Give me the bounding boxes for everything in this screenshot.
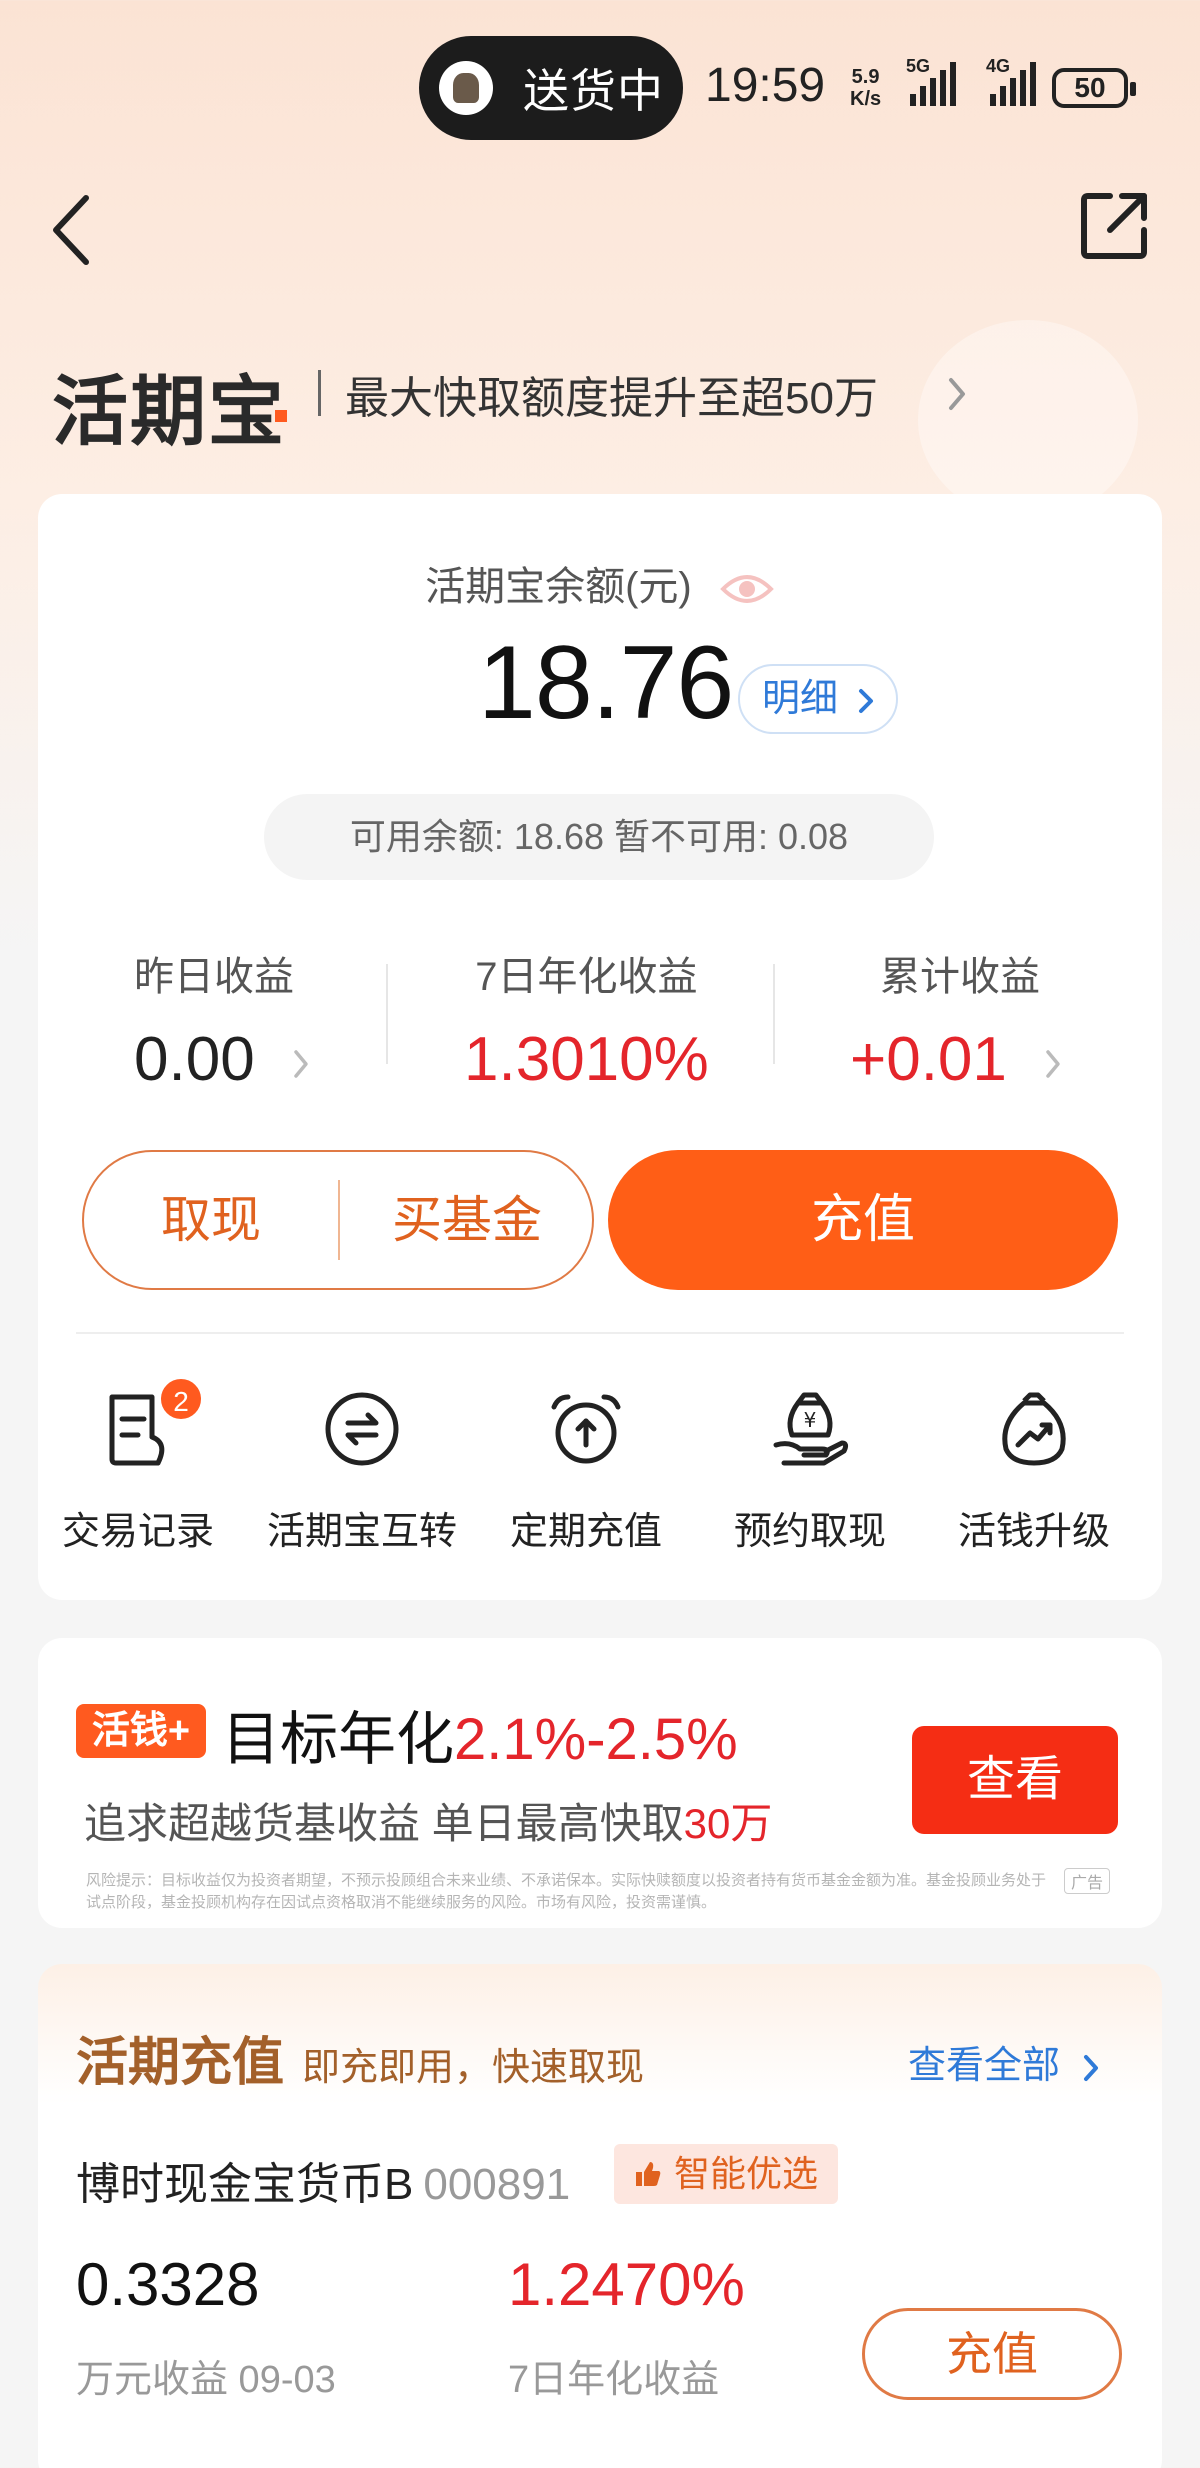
recharge-button[interactable]: 充值 [608, 1150, 1118, 1290]
fund-name-text: 博时现金宝货币B [76, 2160, 414, 2209]
stat-divider [773, 964, 775, 1064]
delivery-status-pill[interactable]: 送货中 [419, 36, 683, 140]
per-10k-earnings-value: 0.3328 [76, 2251, 260, 2318]
chevron-right-icon [1046, 1050, 1060, 1078]
balance-card: 活期宝余额(元) 18.76 明细 可用余额: 18.68 暂不可用: 0.08… [38, 494, 1162, 1600]
quick-entry-scheduled-recharge[interactable]: 定期充值 [486, 1384, 686, 1555]
section-title: 活期充值 [76, 2034, 285, 2092]
header-divider [318, 370, 321, 416]
detail-button[interactable]: 明细 [738, 664, 898, 734]
promo-card[interactable]: 活钱+ 目标年化2.1%-2.5% 追求超越货基收益 单日最高快取30万 查看 … [38, 1638, 1162, 1928]
stat-seven-day: 7日年化收益 1.3010% [464, 944, 709, 1094]
brand-title: 活期宝 [52, 370, 286, 455]
quick-entry-label: 定期充值 [509, 1511, 662, 1553]
balance-label-row: 活期宝余额(元) [38, 554, 1162, 612]
per-10k-earnings-label: 万元收益 09-03 [76, 2359, 336, 2401]
alarm-clock-icon [551, 1394, 621, 1464]
card-divider [76, 1332, 1124, 1334]
network-speed-unit: K/s [850, 88, 882, 110]
chevron-right-icon [859, 689, 873, 713]
growth-bag-icon [1002, 1392, 1066, 1466]
back-button[interactable] [48, 190, 98, 270]
signal-4g-label: 4G [986, 56, 1011, 76]
available-balance-pill: 可用余额: 18.68 暂不可用: 0.08 [264, 794, 934, 880]
quick-entry-scheduled-withdraw[interactable]: ¥ 预约取现 [710, 1384, 910, 1555]
section-subtitle: 即充即用，快速取现 [302, 2047, 645, 2089]
stat-label: 昨日收益 [134, 955, 294, 999]
eye-icon[interactable] [719, 569, 775, 609]
view-button[interactable]: 查看 [912, 1726, 1118, 1834]
share-button[interactable] [1080, 190, 1150, 260]
stat-label: 累计收益 [880, 955, 1040, 999]
network-speed-value: 5.9 [851, 66, 880, 88]
fund-name[interactable]: 博时现金宝货币B 000891 [76, 2148, 570, 2212]
chevron-right-icon [294, 1050, 308, 1078]
svg-text:¥: ¥ [804, 1408, 817, 1432]
stat-label: 7日年化收益 [475, 955, 698, 999]
balance-label: 活期宝余额(元) [425, 565, 692, 609]
chevron-right-icon[interactable] [945, 374, 969, 414]
share-icon [1081, 193, 1147, 259]
promo-title: 目标年化2.1%-2.5% [222, 1692, 738, 1776]
stat-value: 0.00 [134, 1024, 310, 1095]
signal-5g-label: 5G [906, 56, 931, 76]
signal-4g-icon: 4G [986, 56, 1036, 106]
withdraw-button[interactable]: 取现 [84, 1152, 338, 1288]
brand-accent-dot [275, 410, 287, 422]
promo-tag: 活钱+ [76, 1704, 206, 1758]
fund-recharge-button[interactable]: 充值 [862, 2308, 1122, 2400]
smart-pick-tag: 智能优选 [614, 2144, 839, 2204]
quick-entry-transaction-record[interactable]: 2 交易记录 [38, 1376, 238, 1555]
balance-value: 18.76 [478, 625, 734, 741]
battery-icon: 50 [1052, 68, 1136, 108]
view-all-link[interactable]: 查看全部 [908, 2034, 1099, 2089]
status-bar: 送货中 19:59 5.9 K/s 5G 4G 50 [0, 36, 1200, 140]
risk-disclaimer: 风险提示：目标收益仅为投资者期望，不预示投顾组合未来业绩、不承诺保本。实际快赎额… [86, 1872, 1047, 1911]
stat-cumulative[interactable]: 累计收益 +0.01 [850, 944, 1062, 1094]
fund-seven-day-yield-label: 7日年化收益 [508, 2359, 720, 2401]
quick-entry-transfer[interactable]: 活期宝互转 [262, 1384, 462, 1555]
transfer-icon [325, 1392, 399, 1466]
seven-day-yield-value: 1.3010% [464, 1025, 709, 1094]
promo-title-prefix: 目标年化 [222, 1707, 455, 1772]
money-bag-hand-icon: ¥ [773, 1392, 849, 1466]
stat-yesterday[interactable]: 昨日收益 0.00 [134, 944, 310, 1094]
fund-code: 000891 [423, 2160, 571, 2209]
notification-badge: 2 [158, 1376, 204, 1422]
promo-subtitle-text: 追求超越货基收益 单日最高快取 [84, 1800, 684, 1847]
withdraw-buy-group: 取现 买基金 [82, 1150, 594, 1290]
quick-entry-label: 预约取现 [733, 1511, 886, 1553]
cumulative-earnings-value: +0.01 [850, 1025, 1007, 1094]
courier-avatar-icon [439, 61, 493, 115]
demand-recharge-section: 活期充值 即充即用，快速取现 查看全部 博时现金宝货币B 000891 智能优选 … [38, 1964, 1162, 2468]
detail-label: 明细 [762, 678, 839, 720]
promo-subtitle-amount: 30万 [683, 1800, 773, 1847]
quick-entry-label: 活钱升级 [957, 1511, 1110, 1553]
earnings-stats: 昨日收益 0.00 7日年化收益 1.3010% 累计收益 +0.01 [38, 944, 1162, 1094]
stat-divider [386, 964, 388, 1064]
stat-value: +0.01 [850, 1024, 1062, 1095]
chevron-left-icon [53, 195, 89, 265]
ad-label: 广告 [1064, 1868, 1111, 1894]
thumbs-up-icon [636, 2162, 661, 2186]
yesterday-earnings-value: 0.00 [134, 1025, 255, 1094]
fund-seven-day-yield-value: 1.2470% [508, 2251, 745, 2318]
buy-fund-button[interactable]: 买基金 [340, 1152, 594, 1288]
clock: 19:59 [705, 59, 826, 112]
money-bag-decoration [918, 320, 1138, 520]
quick-entry-label: 活期宝互转 [266, 1511, 457, 1553]
quick-entry-label: 交易记录 [61, 1511, 214, 1553]
chevron-right-icon [1083, 2054, 1098, 2081]
delivery-status-text: 送货中 [523, 65, 664, 117]
action-buttons: 取现 买基金 充值 [82, 1150, 1122, 1290]
promo-subtitle: 追求超越货基收益 单日最高快取30万 [84, 1790, 772, 1851]
view-all-label: 查看全部 [908, 2045, 1061, 2087]
smart-pick-label: 智能优选 [674, 2153, 819, 2194]
promo-target-rate: 2.1%-2.5% [454, 1707, 738, 1772]
quick-entry-upgrade[interactable]: 活钱升级 [934, 1384, 1134, 1555]
network-speed: 5.9 K/s [850, 66, 881, 110]
signal-5g-icon: 5G [906, 56, 956, 106]
quick-withdraw-slogan[interactable]: 最大快取额度提升至超50万 [345, 362, 878, 426]
